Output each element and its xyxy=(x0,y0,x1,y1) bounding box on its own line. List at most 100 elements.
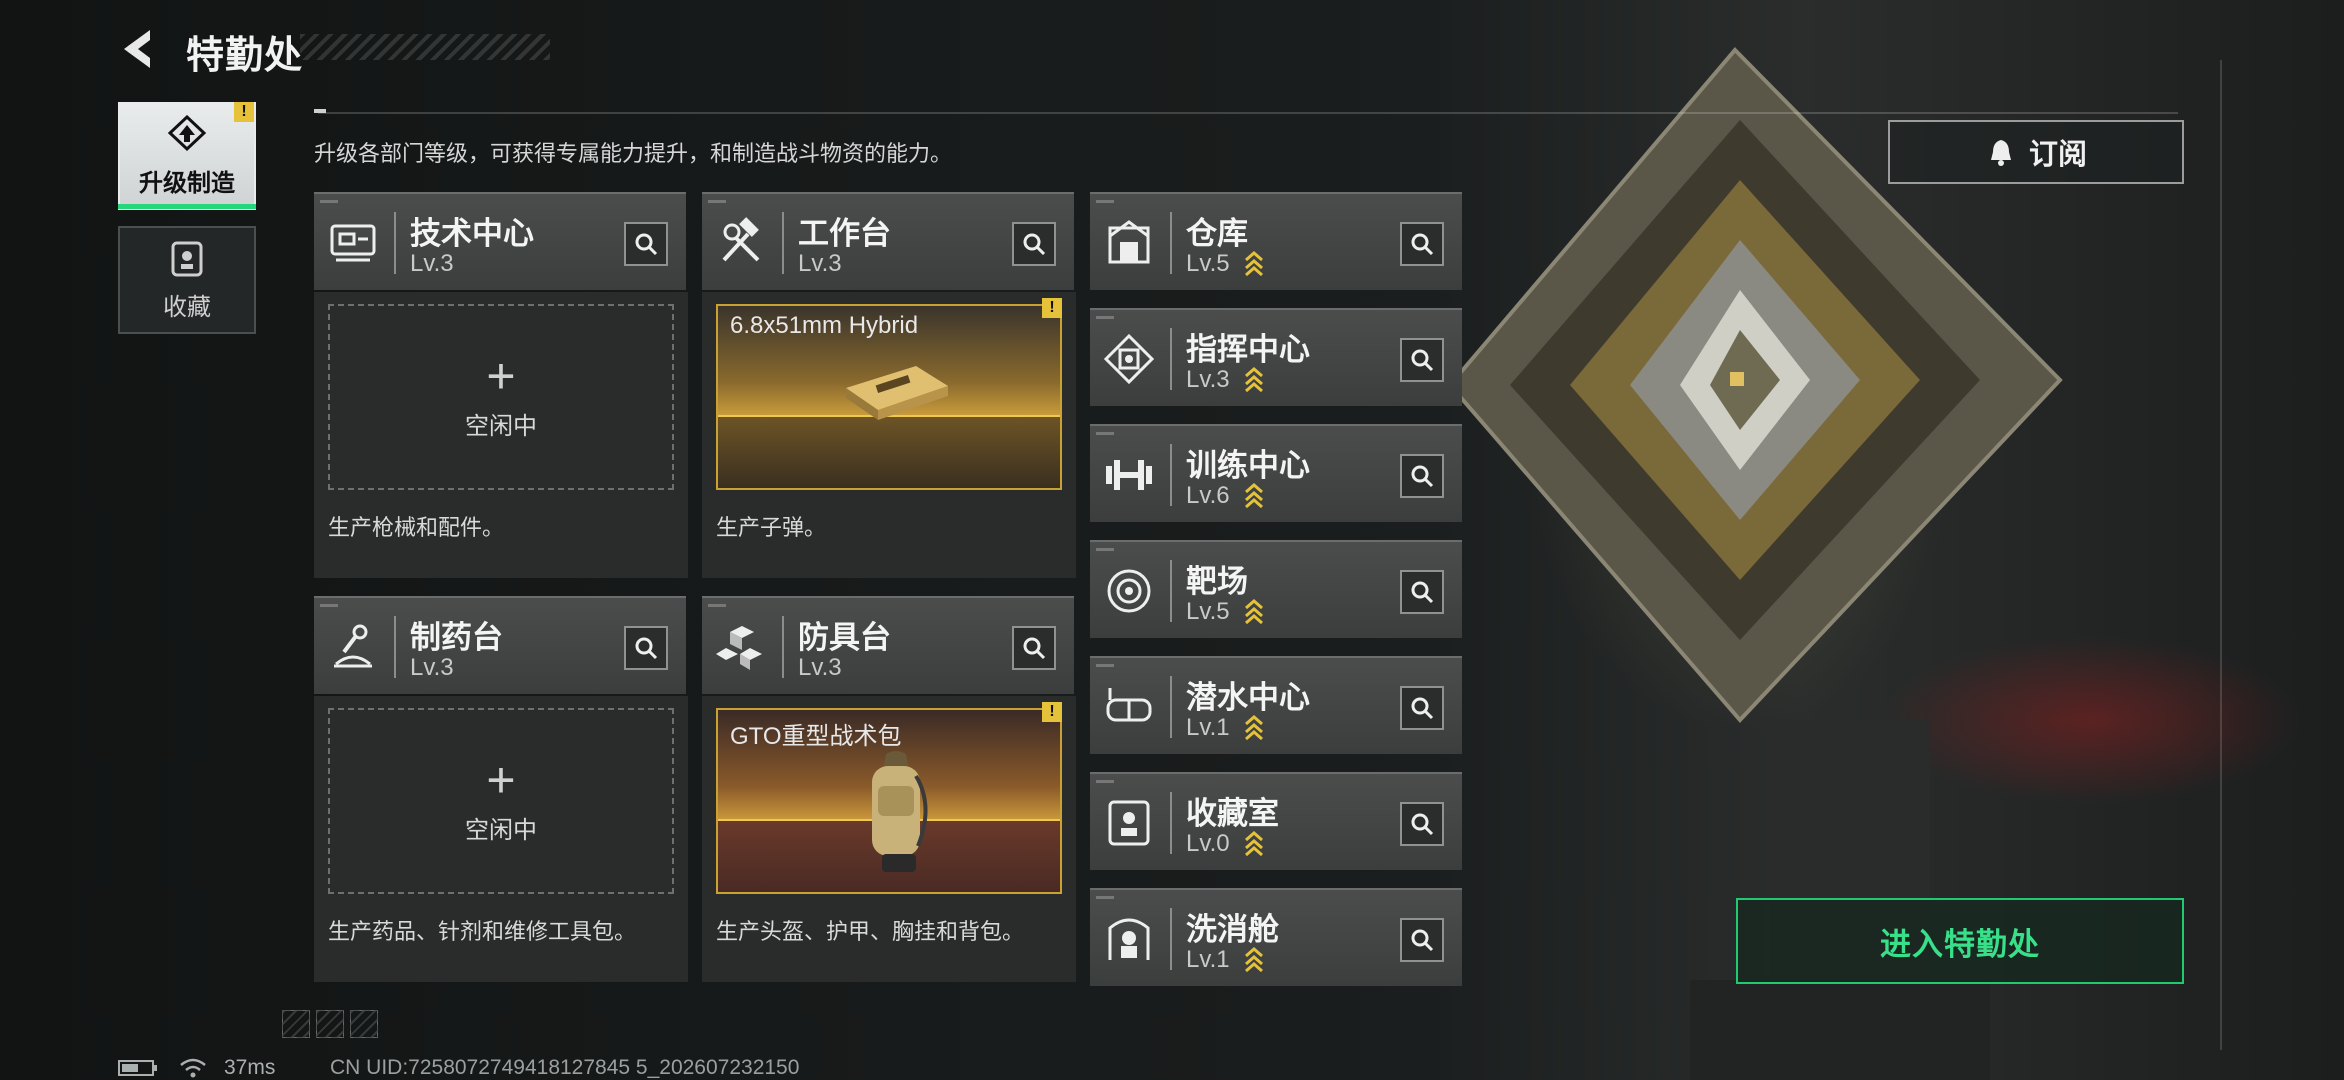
level-up-chevron-icon xyxy=(1245,483,1263,508)
facility-name: 工作台 xyxy=(798,216,891,251)
page-title: 特勤处 xyxy=(186,35,304,77)
idle-slot[interactable]: + 空闲中 xyxy=(328,708,674,894)
facility-card-pharmacy[interactable]: 制药台 Lv.3 xyxy=(314,596,686,694)
tab-collection[interactable]: 收藏 xyxy=(118,226,256,334)
level-up-chevron-icon xyxy=(1245,947,1263,972)
facility-card-workbench[interactable]: 工作台 Lv.3 xyxy=(702,192,1074,290)
search-button[interactable] xyxy=(1012,222,1056,266)
card-divider xyxy=(1170,328,1172,390)
uid-text: CN UID:7258072749418127845 5_20260723215… xyxy=(330,1056,800,1079)
card-corner-mark xyxy=(1096,896,1114,899)
idle-slot[interactable]: + 空闲中 xyxy=(328,304,674,490)
production-item-slot[interactable]: 6.8x51mm Hybrid xyxy=(716,304,1062,490)
search-button[interactable] xyxy=(1400,222,1444,266)
subscribe-label: 订阅 xyxy=(2028,139,2087,171)
add-plus-icon: + xyxy=(486,347,516,404)
facility-level: Lv.3 xyxy=(410,250,454,277)
facility-card-diving-center[interactable]: 潜水中心 Lv.1 xyxy=(1090,656,1462,754)
decontamination-icon xyxy=(1108,918,1150,960)
warehouse-icon xyxy=(1108,220,1150,264)
facility-level: Lv.6 xyxy=(1186,482,1230,509)
facility-level: Lv.3 xyxy=(798,654,842,681)
card-divider xyxy=(1170,212,1172,274)
header-divider xyxy=(318,112,2178,114)
facility-name: 靶场 xyxy=(1186,564,1248,599)
item-name: GTO重型战术包 xyxy=(730,723,902,750)
alert-badge: ! xyxy=(1042,298,1062,318)
upgrade-icon xyxy=(167,114,207,151)
panel-description: 生产药品、针剂和维修工具包。 xyxy=(328,919,637,944)
card-corner-mark xyxy=(320,604,338,607)
facility-level: Lv.3 xyxy=(798,250,842,277)
search-button[interactable] xyxy=(1400,918,1444,962)
facility-card-tech-center[interactable]: 技术中心 Lv.3 xyxy=(314,192,686,290)
wifi-icon xyxy=(180,1058,206,1078)
card-divider xyxy=(1170,676,1172,738)
facility-card-command-center[interactable]: 指挥中心 Lv.3 xyxy=(1090,308,1462,406)
search-button[interactable] xyxy=(624,626,668,670)
collection-room-icon xyxy=(1108,800,1150,846)
idle-status: 空闲中 xyxy=(465,412,537,440)
search-button[interactable] xyxy=(1400,686,1444,730)
production-panel-workbench: 6.8x51mm Hybrid ! 生产子弹。 xyxy=(702,292,1076,578)
card-divider xyxy=(394,212,396,274)
level-up-chevron-icon xyxy=(1245,367,1263,392)
panel-description: 生产子弹。 xyxy=(716,515,827,540)
idle-status: 空闲中 xyxy=(465,816,537,844)
search-button[interactable] xyxy=(1400,570,1444,614)
search-icon xyxy=(1411,813,1434,836)
card-divider xyxy=(1170,560,1172,622)
facility-name: 潜水中心 xyxy=(1186,680,1310,715)
search-icon xyxy=(1411,697,1434,720)
page-description: 升级各部门等级，可获得专属能力提升，和制造战斗物资的能力。 xyxy=(314,141,953,166)
search-button[interactable] xyxy=(1012,626,1056,670)
level-up-chevron-icon xyxy=(1245,715,1263,740)
card-corner-mark xyxy=(1096,548,1114,551)
card-corner-mark xyxy=(1096,316,1114,319)
facility-name: 技术中心 xyxy=(410,216,534,251)
facility-card-warehouse[interactable]: 仓库 Lv.5 xyxy=(1090,192,1462,290)
search-icon xyxy=(1023,637,1046,660)
facility-card-armor-bench[interactable]: 防具台 Lv.3 xyxy=(702,596,1074,694)
command-center-icon xyxy=(1103,333,1155,385)
bell-icon xyxy=(1990,140,2011,166)
ammo-box-icon xyxy=(846,366,948,420)
bottom-decoration xyxy=(282,1010,378,1038)
active-tab-indicator xyxy=(118,204,256,209)
header-divider-mark xyxy=(314,109,326,113)
enter-special-ops-button[interactable]: 进入特勤处 xyxy=(1736,898,2184,984)
facility-name: 指挥中心 xyxy=(1186,332,1310,367)
facility-card-decontamination[interactable]: 洗消舱 Lv.1 xyxy=(1090,888,1462,986)
facility-card-collection-room[interactable]: 收藏室 Lv.0 xyxy=(1090,772,1462,870)
facility-level: Lv.5 xyxy=(1186,250,1230,277)
production-panel-pharmacy: + 空闲中 生产药品、针剂和维修工具包。 xyxy=(314,696,688,982)
subscribe-button[interactable]: 订阅 xyxy=(1888,120,2184,184)
production-panel-tech-center: + 空闲中 生产枪械和配件。 xyxy=(314,292,688,578)
production-item-slot[interactable]: GTO重型战术包 xyxy=(716,708,1062,894)
facility-card-training-center[interactable]: 训练中心 Lv.6 xyxy=(1090,424,1462,522)
search-button[interactable] xyxy=(1400,338,1444,382)
search-button[interactable] xyxy=(1400,802,1444,846)
search-icon xyxy=(1411,929,1434,952)
card-corner-mark xyxy=(1096,200,1114,203)
facility-level: Lv.3 xyxy=(1186,366,1230,393)
scene-frame-line xyxy=(2220,60,2222,1050)
item-name: 6.8x51mm Hybrid xyxy=(730,312,919,339)
search-button[interactable] xyxy=(1400,454,1444,498)
search-icon xyxy=(1411,465,1434,488)
level-up-chevron-icon xyxy=(1245,599,1263,624)
search-icon xyxy=(1411,581,1434,604)
facility-card-shooting-range[interactable]: 靶场 Lv.5 xyxy=(1090,540,1462,638)
enter-label: 进入特勤处 xyxy=(1880,926,2040,962)
back-arrow-icon[interactable] xyxy=(116,26,162,72)
battery-icon xyxy=(118,1060,157,1076)
card-corner-mark xyxy=(1096,432,1114,435)
level-up-chevron-icon xyxy=(1245,251,1263,276)
facility-name: 防具台 xyxy=(798,620,891,655)
alert-badge: ! xyxy=(234,102,254,122)
card-divider xyxy=(782,212,784,274)
search-button[interactable] xyxy=(624,222,668,266)
card-divider xyxy=(394,616,396,678)
diving-center-icon xyxy=(1106,688,1152,722)
facility-name: 洗消舱 xyxy=(1186,912,1279,947)
